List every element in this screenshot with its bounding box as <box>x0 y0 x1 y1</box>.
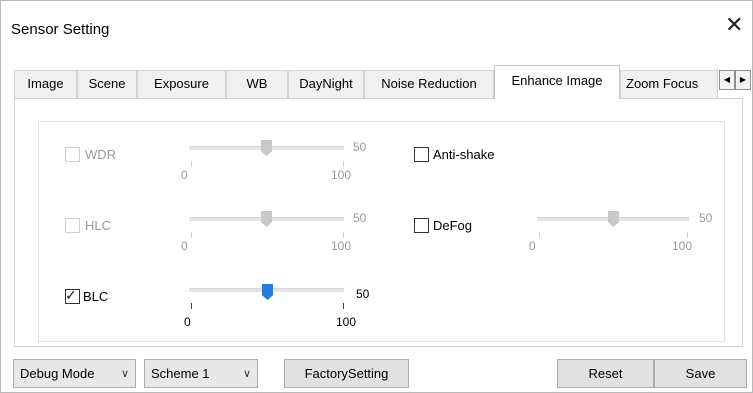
defog-checkbox[interactable] <box>414 218 429 233</box>
tab-image[interactable]: Image <box>14 70 77 98</box>
defog-value: 50 <box>699 211 713 225</box>
blc-label: BLC <box>83 289 109 304</box>
enhance-settings-group <box>38 121 725 342</box>
check-mark-icon: ✓ <box>65 287 77 303</box>
tab-daynight[interactable]: DayNight <box>288 70 364 98</box>
tab-scene[interactable]: Scene <box>77 70 137 98</box>
wdr-slider-tick-min <box>191 161 192 167</box>
blc-checkbox[interactable]: ✓ <box>65 287 80 304</box>
hlc-slider-tick-max <box>343 232 344 238</box>
close-icon[interactable]: ✕ <box>725 15 743 37</box>
defog-slider-tick-max <box>687 232 688 238</box>
blc-value: 50 <box>356 287 370 301</box>
hlc-value: 50 <box>353 211 367 225</box>
wdr-label: WDR <box>85 147 117 162</box>
tab-zoom-focus[interactable]: Zoom Focus <box>620 70 718 98</box>
defog-slider-tick-min <box>539 232 540 238</box>
tab-wb[interactable]: WB <box>226 70 288 98</box>
wdr-min-label: 0 <box>181 168 188 182</box>
defog-label: DeFog <box>433 218 473 233</box>
wdr-checkbox[interactable] <box>65 147 80 162</box>
dialog-title: Sensor Setting <box>11 21 110 38</box>
blc-min-label: 0 <box>184 315 191 329</box>
reset-button[interactable]: Reset <box>557 359 654 388</box>
debug-mode-select[interactable]: Debug Mode ∨ <box>13 359 136 388</box>
defog-min-label: 0 <box>529 239 536 253</box>
tab-enhance-image[interactable]: Enhance Image <box>494 65 620 99</box>
tab-exposure[interactable]: Exposure <box>137 70 226 98</box>
hlc-slider-tick-min <box>191 232 192 238</box>
defog-max-label: 100 <box>672 239 693 253</box>
chevron-down-icon: ∨ <box>117 360 129 387</box>
blc-slider-tick-max <box>343 303 344 309</box>
tab-scroll-right-icon[interactable]: ▶ <box>735 70 751 90</box>
scheme-select[interactable]: Scheme 1 ∨ <box>144 359 258 388</box>
tab-scroll-left-icon[interactable]: ◀ <box>719 70 735 90</box>
sensor-setting-dialog: Sensor Setting ✕ Image Scene Exposure WB… <box>0 0 753 393</box>
anti-shake-checkbox[interactable] <box>414 147 429 162</box>
factory-setting-button[interactable]: FactorySetting <box>284 359 409 388</box>
hlc-min-label: 0 <box>181 239 188 253</box>
tab-noise-reduction[interactable]: Noise Reduction <box>364 70 494 98</box>
blc-max-label: 100 <box>336 315 357 329</box>
debug-mode-value: Debug Mode <box>20 366 95 381</box>
hlc-max-label: 100 <box>331 239 352 253</box>
hlc-label: HLC <box>85 218 112 233</box>
hlc-checkbox[interactable] <box>65 218 80 233</box>
wdr-slider-tick-max <box>343 161 344 167</box>
wdr-value: 50 <box>353 140 367 154</box>
wdr-max-label: 100 <box>331 168 352 182</box>
blc-slider-tick-min <box>191 303 192 309</box>
scheme-value: Scheme 1 <box>151 366 210 381</box>
save-button[interactable]: Save <box>654 359 747 388</box>
anti-shake-label: Anti-shake <box>433 147 495 162</box>
chevron-down-icon: ∨ <box>242 367 251 380</box>
